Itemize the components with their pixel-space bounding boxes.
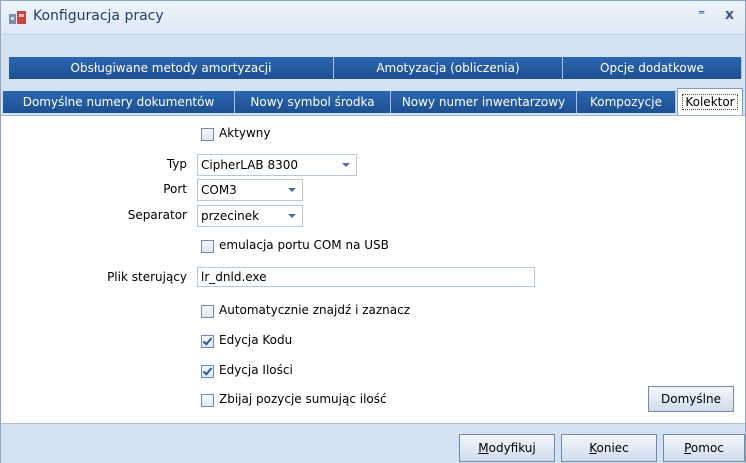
aktywny-label: Aktywny [219,126,271,140]
plik-input[interactable] [197,267,535,287]
separator-label: Separator [127,208,187,222]
tab-strip: Obsługiwane metody amortyzacji Amotyzacj… [1,35,745,115]
help-icon[interactable]: ⁼ [698,7,705,23]
plik-label: Plik sterujący [107,270,187,284]
pomoc-button[interactable]: Pomoc [663,434,745,462]
window-title: Konfiguracja pracy [33,8,164,24]
tab-domyslne-numery[interactable]: Domyślne numery dokumentów [3,91,235,113]
tab-nowy-numer[interactable]: Nowy numer inwentarzowy [391,91,577,113]
typ-label: Typ [166,157,187,171]
chevron-down-icon [288,188,296,192]
title-bar: Konfiguracja pracy ⁼ x [1,1,745,35]
edycja-ilosci-label: Edycja Ilości [219,363,293,377]
tab-kolektor-label: Kolektor [682,94,738,110]
zbijaj-checkbox[interactable] [201,394,214,407]
tab-obslugiwane-metody[interactable]: Obsługiwane metody amortyzacji [9,57,334,79]
footer-bar: Modyfikuj Koniec Pomoc [1,423,745,463]
edycja-ilosci-checkbox[interactable] [201,365,214,378]
app-icon [9,11,26,24]
tab-opcje-dodatkowe[interactable]: Opcje dodatkowe [563,57,742,79]
config-window: Konfiguracja pracy ⁼ x Obsługiwane metod… [0,0,746,463]
port-label: Port [163,182,187,196]
kolektor-panel: Aktywny Typ CipherLAB 8300 Port COM3 Sep… [1,115,745,424]
chevron-down-icon [288,214,296,218]
domyslne-button[interactable]: Domyślne [648,386,734,412]
koniec-accel: K [589,441,597,455]
tab-kolektor[interactable]: Kolektor [677,88,743,115]
modyfikuj-button[interactable]: Modyfikuj [459,434,555,462]
port-select[interactable]: COM3 [197,179,303,201]
auto-checkbox[interactable] [201,305,214,318]
edycja-kodu-checkbox[interactable] [201,335,214,348]
port-value: COM3 [201,183,237,197]
tab-nowy-symbol[interactable]: Nowy symbol środka [235,91,391,113]
emulacja-checkbox[interactable] [201,240,214,253]
zbijaj-label: Zbijaj pozycje sumując ilość [219,392,387,406]
pomoc-label: omoc [690,441,724,455]
modyfikuj-accel: M [478,441,489,455]
koniec-label: oniec [596,441,629,455]
typ-value: CipherLAB 8300 [201,158,299,172]
pomoc-accel: P [684,441,691,455]
chevron-down-icon [342,163,350,167]
separator-select[interactable]: przecinek [197,205,303,227]
separator-value: przecinek [201,209,260,223]
emulacja-label: emulacja portu COM na USB [219,238,389,252]
auto-label: Automatycznie znajdź i zaznacz [219,303,411,317]
close-icon[interactable]: x [725,7,734,23]
koniec-button[interactable]: Koniec [561,434,657,462]
tab-amortyzacja-obliczenia[interactable]: Amotyzacja (obliczenia) [334,57,563,79]
tab-kompozycje[interactable]: Kompozycje [577,91,676,113]
aktywny-checkbox[interactable] [201,128,214,141]
edycja-kodu-label: Edycja Kodu [219,333,293,347]
modyfikuj-label: odyfikuj [488,441,536,455]
typ-select[interactable]: CipherLAB 8300 [197,154,357,176]
